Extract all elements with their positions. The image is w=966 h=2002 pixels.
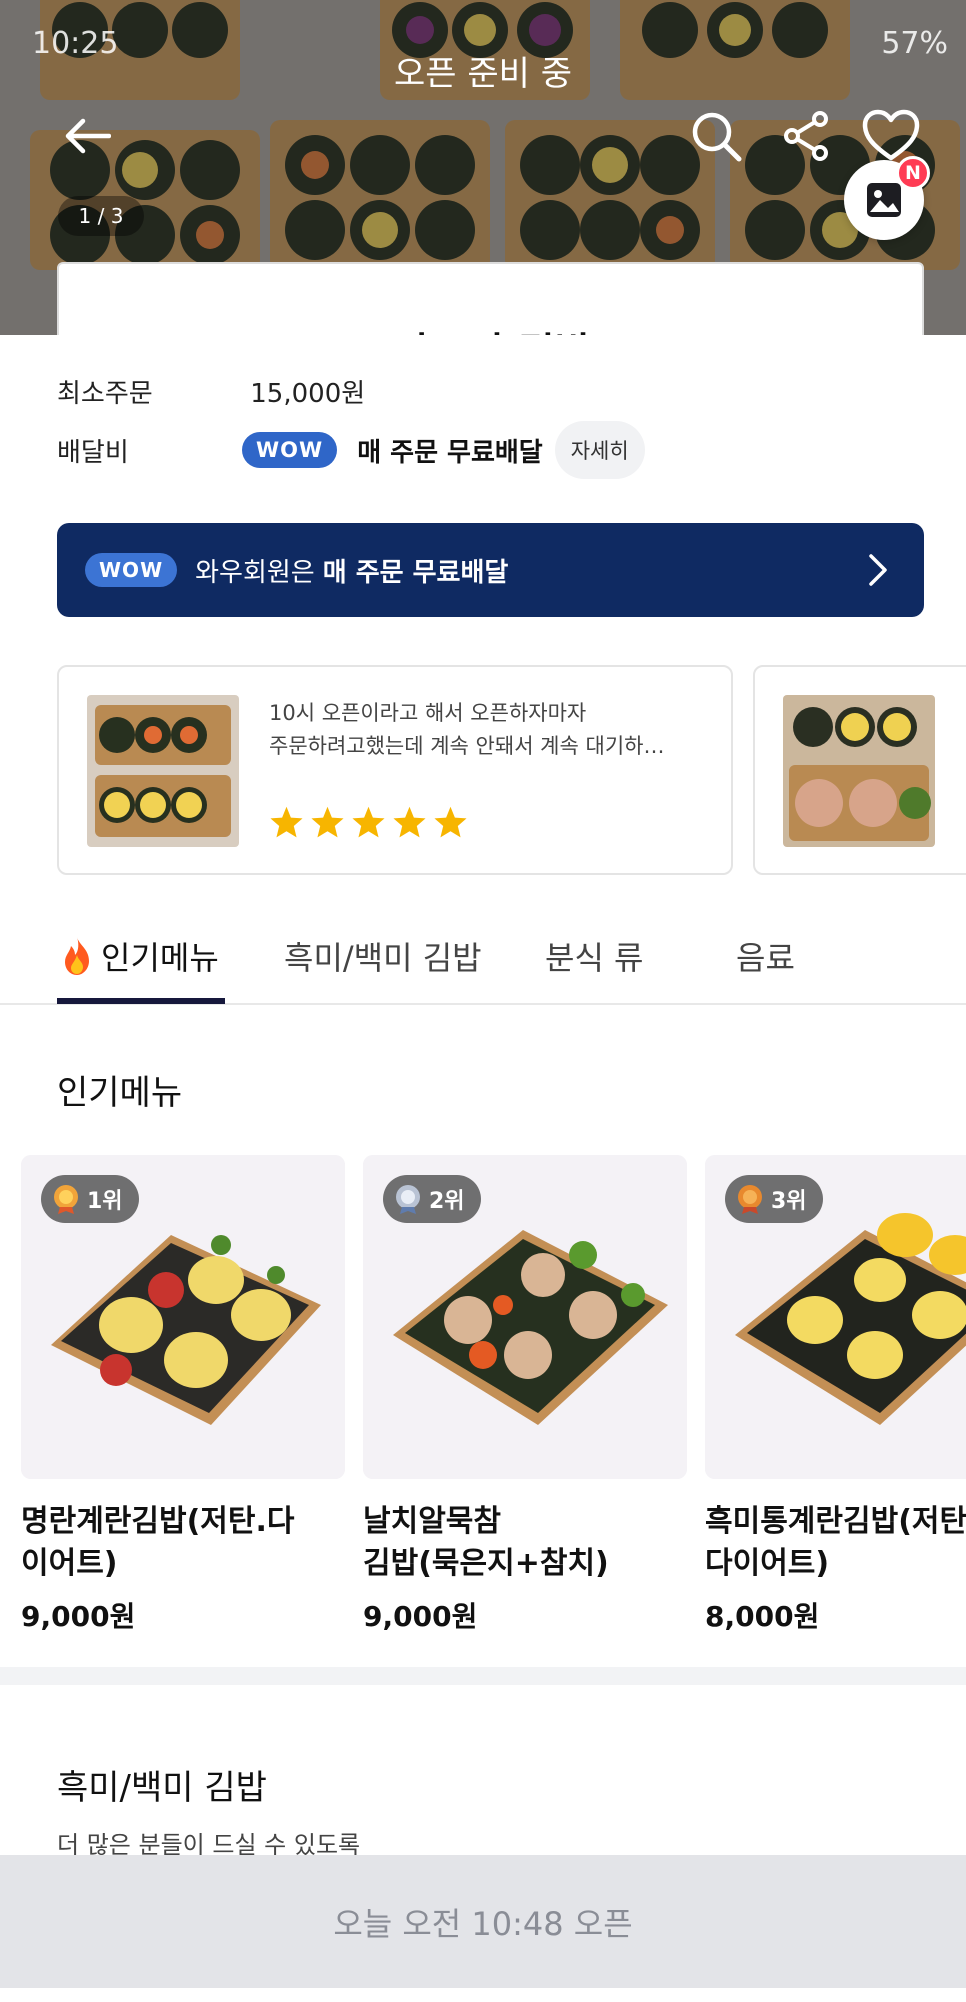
header-title: 오픈 준비 중: [393, 54, 572, 94]
wow-banner-bold-text: 매 주문 무료배달: [322, 557, 509, 588]
menu-item-price: 9,000원: [363, 1600, 478, 1633]
rank-badge: 2위: [383, 1175, 481, 1223]
rank-badge: 3위: [725, 1175, 823, 1223]
menu-item-price: 8,000원: [705, 1600, 820, 1633]
review-line: 10시 오픈이라고 해서 오픈하자마자: [269, 701, 587, 725]
review-card[interactable]: [753, 665, 966, 875]
delivery-fee-row: 배달비 WOW 매 주문 무료배달 자세히: [57, 421, 645, 479]
share-icon: [784, 111, 828, 161]
star-icon: [434, 806, 467, 838]
menu-item-name: 명란계란김밥(저탄.다 이어트): [21, 1504, 295, 1581]
star-icon: [352, 806, 385, 838]
kimbap-section-description: 더 많은 분들이 드실 수 있도록: [57, 1831, 361, 1855]
tab-snacks[interactable]: 분식 류: [545, 933, 644, 979]
wow-banner-badge: WOW: [85, 553, 178, 587]
delivery-fee-value: 매 주문 무료배달: [357, 437, 543, 468]
menu-item-price: 9,000원: [21, 1600, 136, 1633]
review-card[interactable]: 10시 오픈이라고 해서 오픈하자마자 주문하려고했는데 계속 안돼서 계속 대…: [57, 665, 733, 875]
star-icon: [311, 806, 344, 838]
rank-label: 2위: [429, 1189, 465, 1214]
tab-drinks[interactable]: 음료: [736, 933, 795, 979]
new-badge: N: [896, 156, 930, 190]
medal-icon: [396, 1185, 420, 1214]
active-tab-indicator: [57, 998, 225, 1004]
search-button[interactable]: [686, 106, 746, 166]
store-name: 사모의 김밥: [59, 320, 926, 335]
review-line: 주문하려고했는데 계속 안돼서 계속 대기하…: [269, 734, 665, 758]
section-divider: [0, 1667, 966, 1685]
opening-time-bar: 오늘 오전 10:48 오픈: [0, 1855, 966, 1988]
back-arrow-icon: [65, 118, 111, 154]
popular-section-title: 인기메뉴: [57, 1073, 183, 1113]
wow-membership-banner[interactable]: WOW 와우회원은 매 주문 무료배달: [57, 523, 924, 617]
menu-category-tabs: 인기메뉴 흑미/백미 김밥 분식 류 음료: [0, 905, 966, 1005]
share-button[interactable]: [776, 106, 836, 166]
photo-counter: 1 / 3: [58, 196, 144, 236]
min-order-label: 최소주문: [57, 379, 153, 409]
system-nav-strip: [0, 1988, 966, 2002]
menu-item-name: 날치알묵참 김밥(묵은지+참치): [363, 1504, 609, 1581]
wow-badge: WOW: [242, 432, 338, 468]
photo-icon: [867, 183, 901, 217]
heart-icon: [862, 109, 920, 161]
menu-item-card[interactable]: 2위 날치알묵참 김밥(묵은지+참치) 9,000원: [363, 1155, 687, 1635]
wow-banner-text: 와우회원은: [195, 557, 315, 588]
menu-item-photo: 2위: [363, 1155, 687, 1479]
menu-item-card[interactable]: 3위 흑미통계란김밥(저탄 다이어트) 8,000원: [705, 1155, 966, 1635]
star-icon: [393, 806, 426, 838]
tab-label: 인기메뉴: [101, 939, 219, 977]
min-order-value: 15,000원: [250, 379, 366, 409]
review-rating: [269, 805, 468, 839]
rank-label: 3위: [771, 1189, 807, 1214]
detail-button[interactable]: 자세히: [554, 421, 645, 479]
search-icon: [692, 112, 742, 162]
menu-item-photo: 3위: [705, 1155, 966, 1479]
rank-label: 1위: [87, 1189, 123, 1214]
medal-icon: [738, 1185, 762, 1214]
kimbap-section-title: 흑미/백미 김밥: [57, 1768, 267, 1808]
star-icon: [270, 806, 303, 838]
review-photo: [87, 695, 239, 847]
photo-review-button[interactable]: N: [844, 156, 930, 240]
fire-icon: [65, 937, 89, 975]
store-info-sheet: 최소주문 15,000원 배달비 WOW 매 주문 무료배달 자세히 WOW 와…: [0, 335, 966, 1855]
medal-icon: [54, 1185, 78, 1214]
store-title-card: 사모의 김밥: [57, 262, 924, 335]
min-order-row: 최소주문 15,000원: [57, 373, 365, 410]
hero-photo-area[interactable]: 10:25 57% 오픈 준비 중 1 / 3 N: [0, 0, 966, 335]
delivery-fee-label: 배달비: [57, 437, 129, 468]
review-photo: [783, 695, 935, 847]
menu-item-name: 흑미통계란김밥(저탄 다이어트): [705, 1504, 966, 1581]
opening-time-text: 오늘 오전 10:48 오픈: [333, 1904, 633, 1943]
tab-kimbap[interactable]: 흑미/백미 김밥: [284, 933, 482, 979]
chevron-right-icon: [869, 554, 887, 586]
back-button[interactable]: [60, 108, 116, 164]
tab-popular-menu[interactable]: 인기메뉴: [57, 933, 219, 979]
menu-item-photo: 1위: [21, 1155, 345, 1479]
review-text: 10시 오픈이라고 해서 오픈하자마자 주문하려고했는데 계속 안돼서 계속 대…: [269, 697, 709, 763]
rank-badge: 1위: [41, 1175, 139, 1223]
menu-item-card[interactable]: 1위 명란계란김밥(저탄.다 이어트) 9,000원: [21, 1155, 345, 1635]
